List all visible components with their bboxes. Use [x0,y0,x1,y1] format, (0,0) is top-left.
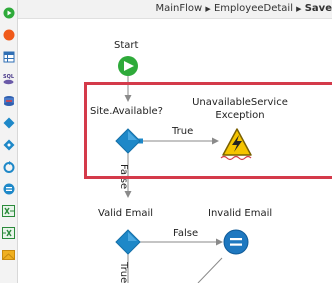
connector-invalid-email-out[interactable] [197,257,223,283]
false-connector-label: False [173,228,199,239]
flow-canvas[interactable]: MainFlow ▶ EmployeeDetail ▶ Save Start S… [18,0,332,283]
if-diamond-icon[interactable] [1,115,16,130]
json-icon[interactable] [1,247,16,262]
sql-icon[interactable]: SQL [1,71,16,86]
assign-node-invalid-email[interactable] [223,229,249,255]
record-to-excel-icon[interactable] [1,225,16,240]
excel-to-record-icon[interactable] [1,203,16,218]
if-node-valid-email[interactable] [115,229,141,255]
start-node[interactable] [118,56,138,76]
aggregate-icon[interactable] [1,49,16,64]
highlight-selection-box [84,82,332,179]
end-node-icon[interactable] [1,27,16,42]
svg-text:SQL: SQL [3,74,15,80]
true-connector-label-vertical: True [118,262,129,283]
toolbox-panel: SQL [0,0,18,283]
refresh-data-icon[interactable] [1,93,16,108]
for-each-icon[interactable] [1,159,16,174]
switch-icon[interactable] [1,137,16,152]
valid-email-label: Valid Email [98,208,154,219]
start-label: Start [114,40,139,51]
start-node-icon[interactable] [1,5,16,20]
invalid-email-label: Invalid Email [208,208,273,219]
assign-icon[interactable] [1,181,16,196]
